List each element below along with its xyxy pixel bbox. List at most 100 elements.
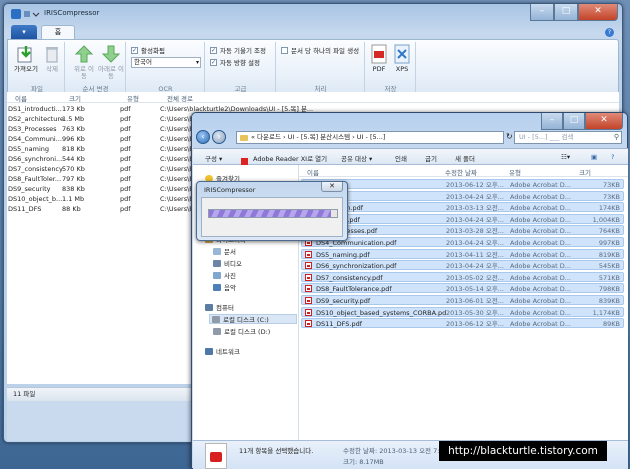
cell-size: 838 Kb [62,185,85,193]
forward-button[interactable]: › [212,130,226,144]
list-item[interactable]: DS7_consistency.pdf 2013-05-02 오전... Adobe… [301,271,624,282]
list-item[interactable]: ....pdf2013-06-12 오후...Adobe Acrobat D..… [301,179,624,189]
list-item[interactable]: DS10_object_based_systems_CORBA.pdf 2013-… [301,306,624,317]
pdf-icon [305,273,312,281]
col-size[interactable]: 크기 [579,167,591,177]
file-menu-icon: ▾ [22,28,26,36]
progress-dialog: IRISCompressor ✕ [196,181,348,241]
cell-size: 89KB [603,320,620,329]
list-item[interactable]: DS8_FaultTolerance.pdf 2013-05-14 오후... Ad… [301,283,624,294]
pictures-icon [213,271,221,279]
burn-button[interactable]: 굽기 [425,153,437,163]
print-button[interactable]: 인쇄 [395,153,407,163]
search-input[interactable]: UI - [5...] ___ 검색 ⚲ [514,131,622,144]
address-bar[interactable]: « 다운로드 › UI - [5.목] 분산시스템 › UI - [5...] [236,131,504,144]
single-file-checkbox[interactable]: 문서 당 하나의 파일 생성 [281,45,359,55]
cell-date: 2013-06-01 오전... [446,297,504,305]
move-down-button[interactable]: 아래로 이동 [98,44,124,80]
list-item[interactable]: DS3_Processes.pdf2013-03-28 오전...Adobe A… [301,225,624,236]
nav-local-disk-c[interactable]: 로컬 디스크 (C:) [209,314,297,324]
cell-type: pdf [120,125,131,133]
add-button[interactable]: 가져오기 [12,44,40,73]
cell-type: Adobe Acrobat D... [510,308,571,317]
explorer-close-button[interactable]: ✕ [585,113,623,130]
ocr-language-select[interactable]: 한국어 ▾ [131,57,201,68]
preview-pane-icon[interactable]: ▣ [591,153,597,161]
nav-documents[interactable]: 문서 [213,246,236,256]
cell-type: Adobe Acrobat D... [510,250,571,259]
save-pdf-button[interactable]: PDF [369,44,389,73]
cell-type: pdf [120,145,131,153]
view-options-icon[interactable]: ☷▾ [561,153,570,161]
tab-file[interactable]: ▾ [11,25,37,39]
dialog-close-button[interactable]: ✕ [321,182,343,192]
auto-rotate-checkbox[interactable]: ✓ 자동 기울기 조정 [210,45,266,55]
refresh-icon[interactable]: ↻ [506,132,513,141]
cell-type: pdf [120,135,131,143]
minimize-button[interactable]: – [530,4,554,21]
nav-local-disk-d[interactable]: 로컬 디스크 (D:) [213,326,270,336]
cell-type: Adobe Acrobat D... [510,204,571,213]
col-name[interactable]: 이름 [307,167,319,177]
cell-name: DS7_consistency.pdf [316,273,383,282]
title-bar[interactable]: IRISCompressor – □ ✕ [4,4,622,26]
auto-orient-checkbox[interactable]: ✓ 자동 방향 설정 [210,57,260,67]
selected-count: 11개 항목을 선택했습니다. [239,447,314,455]
cell-name: DS10_object_based_systems_CORBA.pdf [316,308,446,317]
organize-menu[interactable]: 구성 ▾ [205,153,222,163]
close-button[interactable]: ✕ [578,4,618,21]
cell-date: 2013-04-24 오후... [446,215,504,224]
col-type[interactable]: 유형 [127,93,139,103]
list-item[interactable]: ...itecture.pdf2013-04-24 오후...Adobe Acr… [301,213,624,224]
list-item[interactable]: DS5_naming.pdf 2013-04-11 오전... Adobe Acro… [301,248,624,259]
list-item[interactable]: ....pdf2013-04-24 오후...Adobe Acrobat D..… [301,190,624,201]
cell-type: Adobe Acrobat D... [510,297,571,305]
order-group: 위로 이동 아래로 이동 순서 변경 [66,42,126,93]
nav-pictures[interactable]: 사진 [213,270,236,280]
list-item[interactable]: DS9_security.pdf 2013-06-01 오전... Adobe Ac… [301,295,624,305]
cell-type: Adobe Acrobat D... [510,320,571,329]
maximize-button[interactable]: □ [554,4,578,21]
list-item[interactable]: ...oduction.pdf2013-03-13 오전...Adobe Acr… [301,202,624,213]
list-item[interactable]: DS11_DFS.pdf 2013-06-12 오후... Adobe Acroba… [301,318,624,329]
quick-access-toolbar[interactable] [10,8,40,21]
col-size[interactable]: 크기 [69,93,81,103]
new-folder-button[interactable]: 새 폴더 [455,153,475,163]
pdf-icon [305,297,312,304]
explorer-file-list: 이름 수정한 날짜 유형 크기 ....pdf2013-06-12 오후...A… [299,165,628,440]
back-button[interactable]: ‹ [196,130,210,144]
cell-name: DS6_synchronization.pdf [316,262,397,271]
tab-home[interactable]: 홈 [41,25,75,39]
nav-music[interactable]: 음악 [213,282,236,292]
delete-button[interactable]: 삭제 [40,44,64,73]
pdf-icon [371,44,387,64]
col-name[interactable]: 이름 [15,93,27,103]
cell-date: 2013-04-24 오후... [446,239,504,247]
dialog-title: IRISCompressor [204,186,256,194]
help-icon[interactable]: ? [605,28,614,37]
window-frame-bottom [7,401,194,441]
col-path[interactable]: 전체 경로 [167,93,193,103]
nav-computer[interactable]: 컴퓨터 [205,302,234,312]
process-group: 문서 당 하나의 파일 생성 처리 [277,42,365,93]
cell-date: 2013-05-30 오후... [446,308,504,317]
cell-name: DS11_DFS [8,205,42,213]
col-type[interactable]: 유형 [509,167,521,177]
list-item[interactable]: DS6_synchronization.pdf 2013-04-24 오후... A… [301,260,624,271]
cell-size: 1,174KB [592,308,620,317]
explorer-minimize-button[interactable]: – [541,113,563,130]
nav-videos[interactable]: 비디오 [213,258,242,268]
cell-size: 996 Kb [62,135,85,143]
open-with-adobe-button[interactable]: Adobe Reader XI로 열기 [253,153,327,163]
network-icon [205,347,213,355]
list-item[interactable]: DS4_Communication.pdf 2013-04-24 오후... Ado… [301,237,624,247]
save-xps-button[interactable]: XPS [391,44,413,73]
move-up-button[interactable]: 위로 이동 [72,44,96,80]
ocr-enabled-checkbox[interactable]: ✓ 활성화됨 [131,45,165,55]
help-icon[interactable]: ? [611,153,614,161]
explorer-maximize-button[interactable]: □ [563,113,585,130]
share-menu[interactable]: 공유 대상 ▾ [341,153,372,163]
dialog-body [201,197,343,237]
col-date[interactable]: 수정한 날짜 [445,167,477,177]
nav-network[interactable]: 네트워크 [205,346,240,356]
